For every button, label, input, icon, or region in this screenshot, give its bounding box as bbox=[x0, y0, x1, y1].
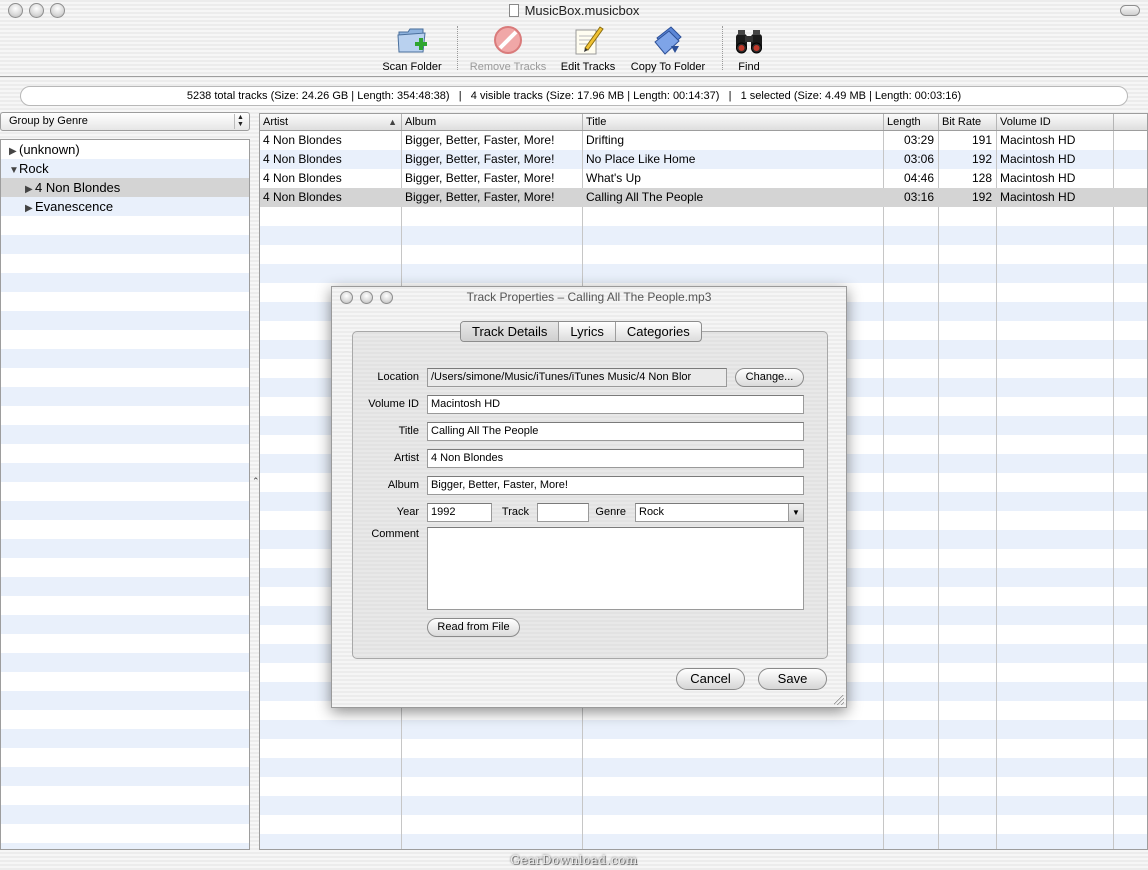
table-row[interactable]: 4 Non Blondes Bigger, Better, Faster, Mo… bbox=[260, 169, 1147, 188]
comment-label: Comment bbox=[371, 528, 419, 540]
table-row[interactable]: 4 Non Blondes Bigger, Better, Faster, Mo… bbox=[260, 131, 1147, 150]
tab-categories[interactable]: Categories bbox=[616, 322, 701, 341]
year-label: Year bbox=[396, 506, 419, 518]
location-field[interactable]: /Users/simone/Music/iTunes/iTunes Music/… bbox=[427, 368, 727, 387]
column-header-album[interactable]: Album bbox=[402, 114, 583, 130]
column-divider bbox=[1113, 131, 1114, 849]
album-label: Album bbox=[387, 479, 419, 491]
table-header: Artist ▲ Album Title Length Bit Rate Volu… bbox=[260, 114, 1147, 131]
watermark: GearDownload.com bbox=[510, 853, 638, 867]
album-field[interactable]: Bigger, Better, Faster, More! bbox=[427, 476, 804, 495]
column-header-length[interactable]: Length bbox=[884, 114, 939, 130]
volume-id-label: Volume ID bbox=[368, 398, 419, 410]
window-title: MusicBox.musicbox bbox=[0, 3, 1148, 18]
artist-label: Artist bbox=[393, 452, 419, 464]
tab-bar: Track Details Lyrics Categories bbox=[460, 321, 702, 342]
column-header-title[interactable]: Title bbox=[583, 114, 884, 130]
column-header-volume-id[interactable]: Volume ID bbox=[997, 114, 1114, 130]
title-field[interactable]: Calling All The People bbox=[427, 422, 804, 441]
toolbar-separator bbox=[457, 26, 458, 70]
column-divider bbox=[938, 131, 939, 849]
genre-label: Genre bbox=[595, 506, 626, 518]
toolbar-separator bbox=[722, 26, 723, 70]
copy-folder-icon bbox=[651, 24, 685, 56]
toolbar-toggle-button[interactable] bbox=[1120, 5, 1140, 16]
tree-item-4-non-blondes[interactable]: ▶ 4 Non Blondes bbox=[1, 178, 249, 197]
scan-folder-button[interactable]: Scan Folder bbox=[380, 24, 444, 74]
genre-select[interactable]: Rock ▼ bbox=[635, 503, 804, 522]
tree-item-unknown[interactable]: ▶ (unknown) bbox=[1, 140, 249, 159]
status-summary: 5238 total tracks (Size: 24.26 GB | Leng… bbox=[20, 86, 1128, 106]
binoculars-icon bbox=[732, 24, 766, 56]
volume-id-field[interactable]: Macintosh HD bbox=[427, 395, 804, 414]
remove-icon bbox=[491, 24, 525, 56]
tree-item-rock[interactable]: ▼Rock bbox=[1, 159, 249, 178]
group-by-select[interactable]: Group by Genre ▲ ▼ bbox=[0, 112, 250, 131]
column-header-bit-rate[interactable]: Bit Rate bbox=[939, 114, 997, 130]
tree-item-evanescence[interactable]: ▶ Evanescence bbox=[1, 197, 249, 216]
track-properties-dialog: Track Properties – Calling All The Peopl… bbox=[331, 286, 847, 708]
tab-track-details[interactable]: Track Details bbox=[461, 322, 560, 341]
find-button[interactable]: Find bbox=[730, 24, 768, 74]
column-header-artist[interactable]: Artist ▲ bbox=[260, 114, 402, 130]
resize-grip-icon[interactable] bbox=[834, 695, 844, 705]
remove-tracks-button[interactable]: Remove Tracks bbox=[466, 24, 550, 74]
save-button[interactable]: Save bbox=[758, 668, 827, 690]
title-label: Title bbox=[398, 425, 419, 437]
table-row[interactable]: 4 Non Blondes Bigger, Better, Faster, Mo… bbox=[260, 150, 1147, 169]
edit-tracks-button[interactable]: Edit Tracks bbox=[556, 24, 620, 74]
track-label: Track bbox=[501, 506, 529, 518]
change-location-button[interactable]: Change... bbox=[735, 368, 804, 387]
tab-lyrics[interactable]: Lyrics bbox=[559, 322, 616, 341]
cancel-button[interactable]: Cancel bbox=[676, 668, 745, 690]
dialog-title: Track Properties – Calling All The Peopl… bbox=[466, 290, 712, 304]
artist-field[interactable]: 4 Non Blondes bbox=[427, 449, 804, 468]
select-arrows-icon: ▲ ▼ bbox=[234, 114, 246, 129]
copy-to-folder-button[interactable]: Copy To Folder bbox=[626, 24, 710, 74]
document-icon bbox=[508, 4, 519, 17]
column-divider bbox=[883, 131, 884, 849]
pencil-icon bbox=[571, 24, 605, 56]
column-divider bbox=[996, 131, 997, 849]
sort-ascending-icon: ▲ bbox=[388, 117, 397, 127]
title-bar: MusicBox.musicbox bbox=[0, 0, 1148, 22]
comment-textarea[interactable] bbox=[427, 527, 804, 610]
genre-tree: ▶ (unknown) ▼Rock ▶ 4 Non Blondes ▶ Evanesc… bbox=[0, 139, 250, 850]
disclosure-closed-icon[interactable]: ▶ bbox=[25, 199, 35, 218]
location-label: Location bbox=[377, 371, 419, 383]
table-row-selected[interactable]: 4 Non Blondes Bigger, Better, Faster, Mo… bbox=[260, 188, 1147, 207]
toolbar-divider bbox=[0, 76, 1148, 77]
main-window: MusicBox.musicbox Scan Folder Remove Tra… bbox=[0, 0, 1148, 870]
read-from-file-button[interactable]: Read from File bbox=[427, 618, 520, 637]
chevron-down-icon: ▼ bbox=[788, 504, 803, 521]
folder-add-icon bbox=[395, 24, 429, 56]
toolbar: Scan Folder Remove Tracks Edit Tracks Co… bbox=[0, 22, 1148, 76]
